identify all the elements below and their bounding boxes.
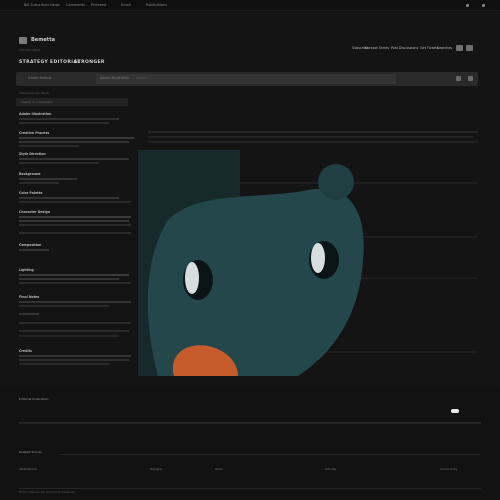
menu-item-past-discussions[interactable]: Past Discussions — [391, 46, 418, 50]
footer-column-designs[interactable]: Designs — [150, 467, 162, 471]
topbar-item-comments[interactable]: Comments — [66, 3, 85, 8]
more-icon[interactable] — [482, 4, 485, 7]
section-heading: Adobe Illustration — [19, 112, 52, 116]
text-line — [19, 355, 131, 357]
text-line — [19, 220, 129, 222]
text-line — [19, 158, 129, 160]
text-line — [148, 131, 478, 133]
menu-item-contact-series[interactable]: Contact Series — [365, 46, 389, 50]
text-line — [148, 136, 473, 138]
menu-item-searches[interactable]: Searches — [437, 46, 452, 50]
brand-tagline: 300 SECONDS — [19, 48, 41, 52]
topbar-item-email[interactable]: Email — [121, 3, 131, 8]
text-line — [19, 201, 131, 203]
section-heading: Credits — [19, 349, 32, 353]
section-heading: Final Notes — [19, 295, 40, 299]
text-line — [19, 182, 59, 184]
section-heading: Background — [19, 172, 41, 176]
search-input[interactable]: Adobe Illustration Search — [96, 74, 396, 84]
footer-divider — [19, 488, 481, 489]
text-line — [19, 141, 129, 143]
text-line — [19, 322, 131, 324]
article-search-placeholder: Search in a template — [21, 100, 53, 104]
section-heading: Composition — [19, 243, 42, 247]
text-line — [19, 216, 131, 218]
section-heading: Color Palette — [19, 191, 43, 195]
footer-divider — [19, 422, 481, 424]
text-line — [19, 197, 119, 199]
text-line — [148, 141, 478, 143]
brand-logo-icon[interactable] — [19, 37, 27, 44]
text-line — [19, 224, 131, 226]
text-line — [19, 249, 49, 251]
footer-column-community[interactable]: Community — [440, 467, 457, 471]
footer-column-tools[interactable]: Tools — [215, 467, 222, 471]
search-input-value: Adobe Illustration — [100, 76, 130, 80]
text-line — [19, 274, 129, 276]
text-line — [19, 359, 129, 361]
topbar-item-publications[interactable]: Publications — [146, 3, 167, 8]
footer-column-articles[interactable]: Articles — [325, 467, 336, 471]
text-line — [19, 278, 119, 280]
play-icon[interactable] — [466, 4, 469, 7]
topbar-item-pinterest[interactable]: Pinterest — [91, 3, 106, 8]
text-line — [19, 118, 119, 120]
creature-eye-left-shine — [185, 262, 199, 294]
footer-toggle[interactable] — [451, 409, 459, 413]
footer-legal[interactable]: Terms of Service and Community Guideline… — [19, 491, 74, 494]
text-line — [19, 363, 109, 365]
article-search-field[interactable]: Search in a template — [16, 98, 128, 106]
text-line — [19, 178, 77, 180]
filter-icon[interactable] — [468, 76, 473, 81]
search-bar: Adobe feature Adobe Illustration Search — [16, 72, 478, 86]
top-bar: Bill Subscriber News Comments Pinterest … — [0, 0, 500, 11]
text-line — [19, 313, 39, 315]
section-heading: Character Design — [19, 210, 51, 214]
creature-eye-right-shine — [311, 243, 325, 273]
text-line — [19, 122, 109, 124]
section-heading: Creative Process — [19, 131, 50, 135]
tab-strategy[interactable]: STRATEGY — [19, 60, 48, 65]
brand-name[interactable]: Bemetta — [31, 37, 55, 43]
footer-subtitle: Related Stories — [19, 450, 42, 454]
menu-item-get-tickets[interactable]: Get Tickets — [420, 46, 438, 50]
text-line — [19, 335, 119, 337]
section-heading: Style Direction — [19, 152, 46, 156]
tab-stronger[interactable]: STRONGER — [74, 60, 105, 65]
text-line — [19, 232, 131, 234]
search-icon[interactable] — [456, 76, 461, 81]
text-line — [19, 330, 129, 332]
topbar-item-subscriber[interactable]: Bill Subscriber News — [24, 3, 60, 8]
account-icon[interactable] — [466, 45, 473, 51]
section-heading: Lighting — [19, 268, 34, 272]
text-line — [19, 305, 109, 307]
footer-column-illustrations[interactable]: Illustrations — [19, 467, 37, 471]
footer: Editorial Illustration Related Stories I… — [0, 388, 500, 500]
search-input-placeholder: Search — [136, 76, 148, 80]
text-line — [19, 282, 131, 284]
text-line — [19, 137, 134, 139]
text-line — [19, 301, 131, 303]
creature-ear — [318, 164, 354, 200]
editorial-illustration — [138, 150, 364, 376]
search-scope-label[interactable]: Adobe feature — [28, 76, 51, 80]
share-icon[interactable] — [456, 45, 463, 51]
text-line — [19, 162, 99, 164]
footer-title: Editorial Illustration — [19, 397, 49, 401]
breadcrumb[interactable]: Interactive by Team — [19, 91, 49, 95]
creature-body — [147, 188, 364, 376]
text-line — [19, 145, 79, 147]
footer-divider — [60, 454, 480, 455]
